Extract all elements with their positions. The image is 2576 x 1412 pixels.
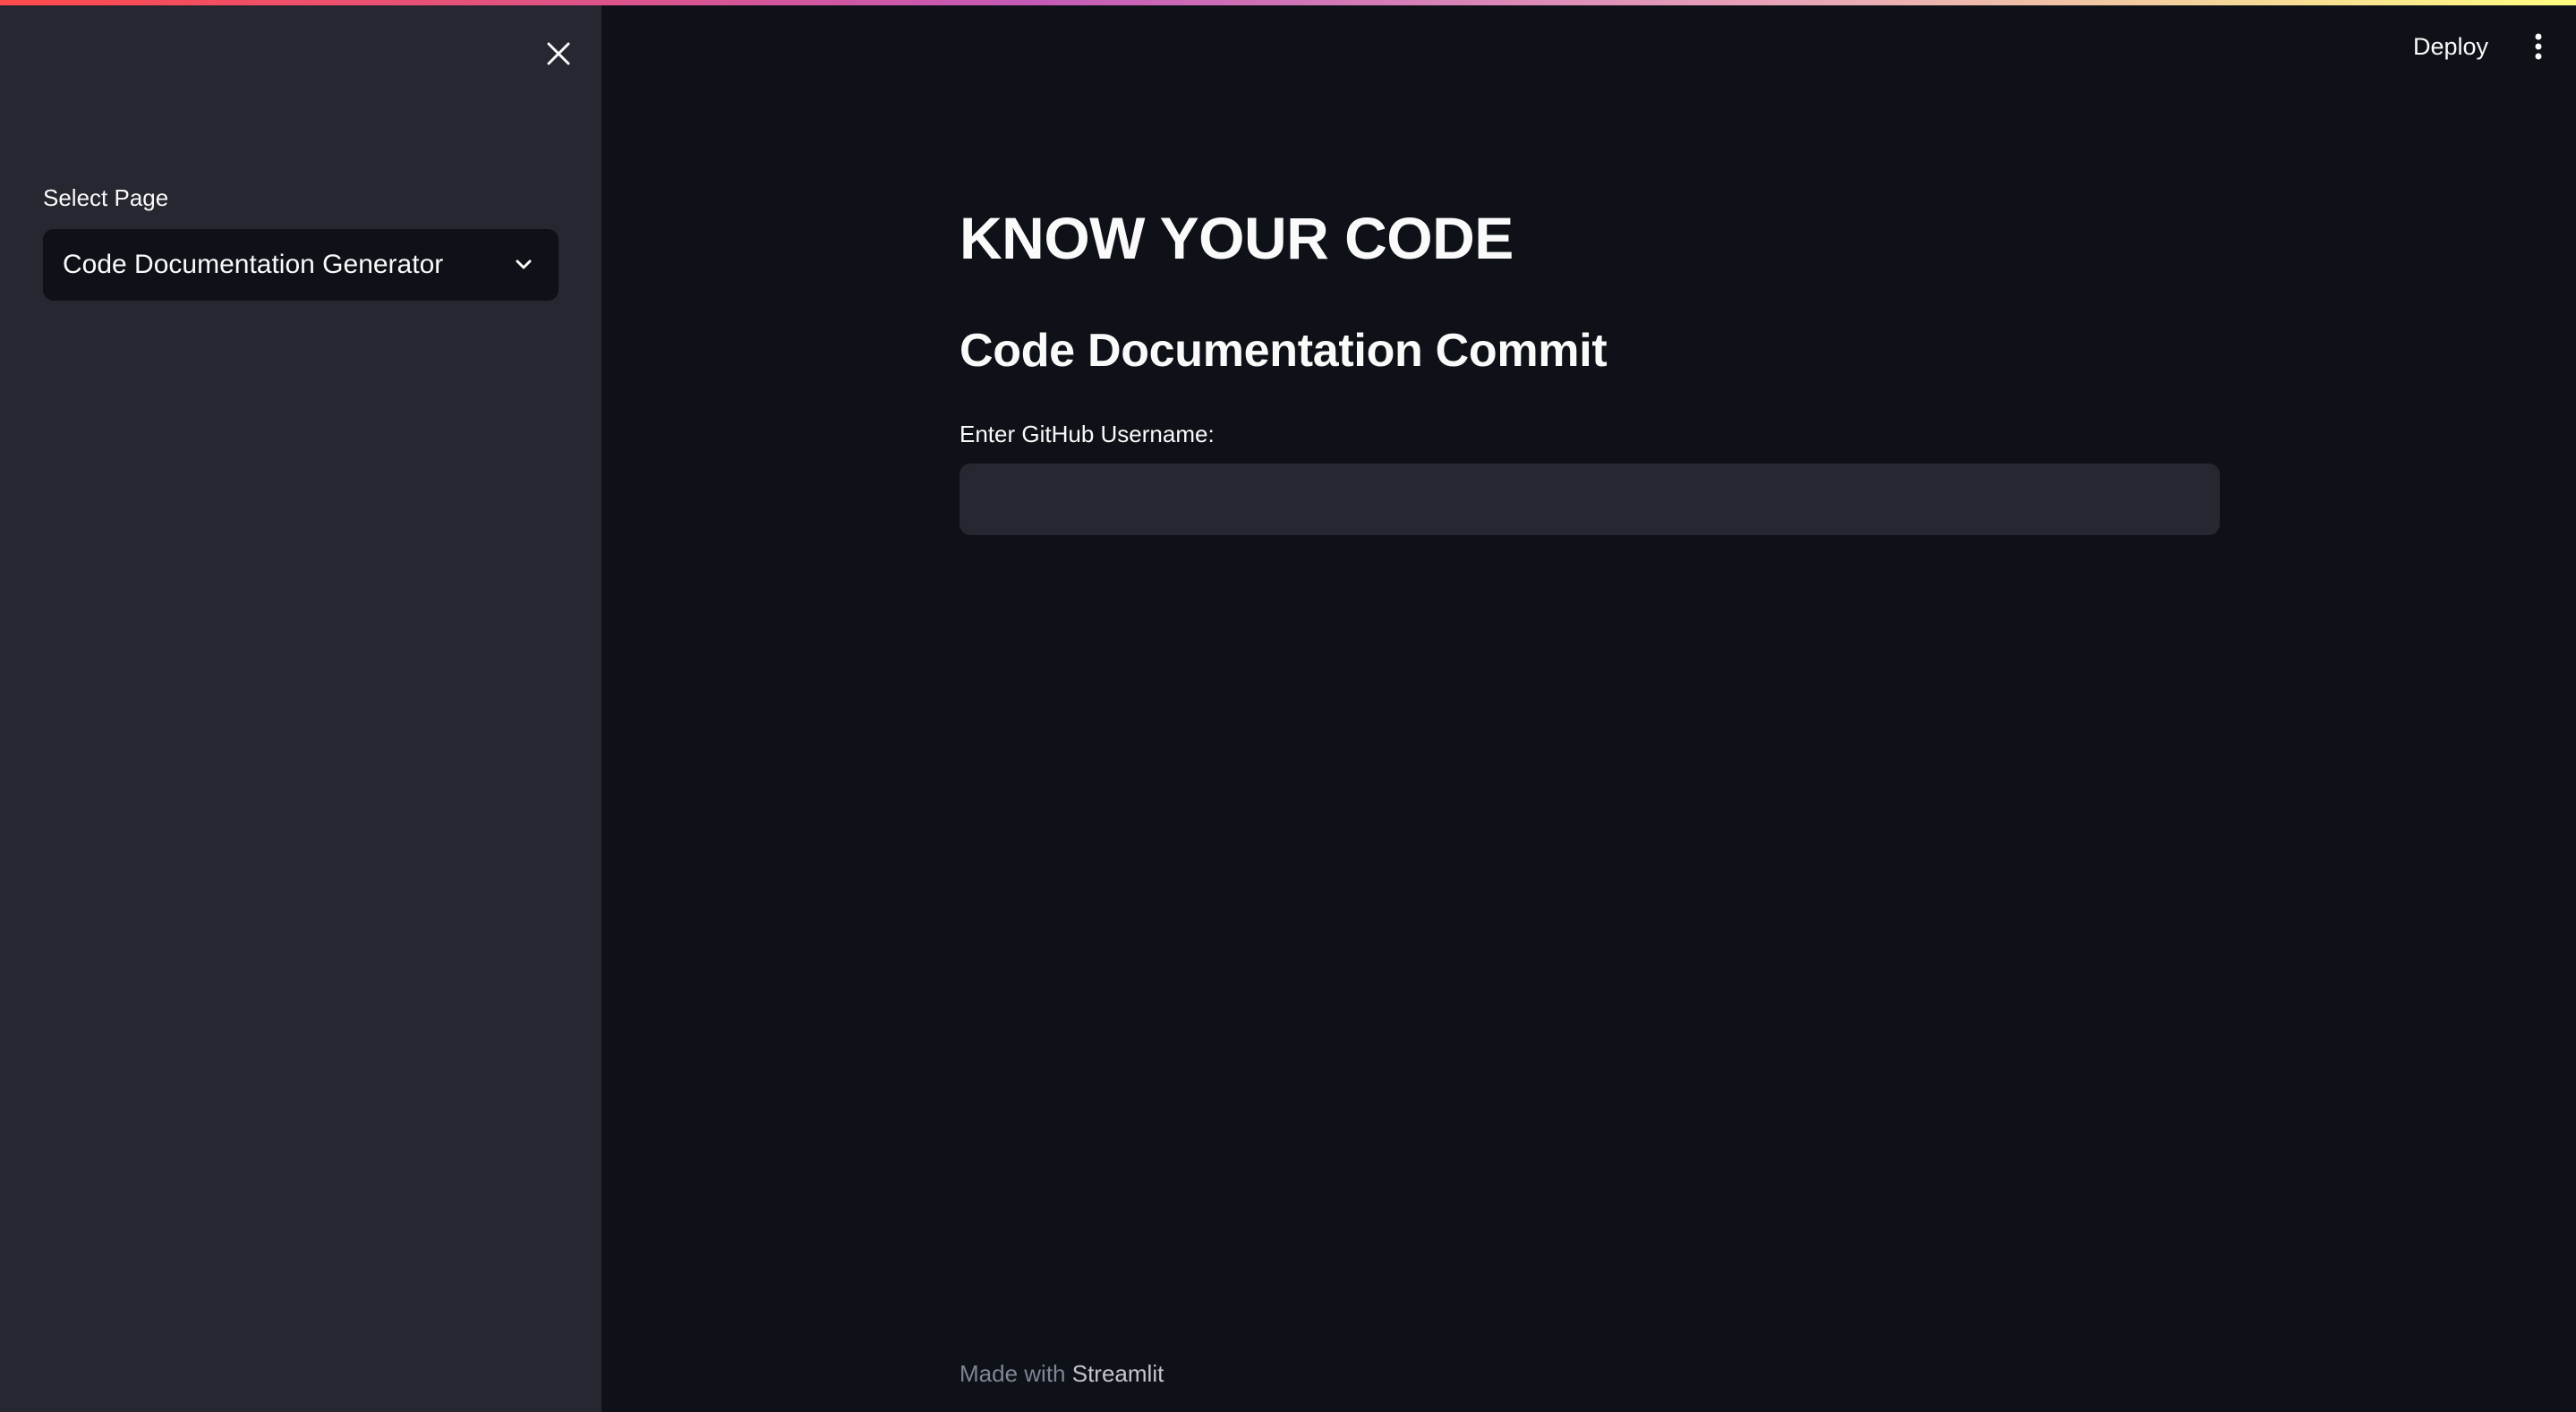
- footer-prefix: Made with: [960, 1360, 1072, 1387]
- github-username-label: Enter GitHub Username:: [960, 421, 1215, 447]
- streamlit-link[interactable]: Streamlit: [1072, 1360, 1164, 1387]
- main-content: [601, 0, 2576, 1412]
- select-page-value: Code Documentation Generator: [63, 250, 444, 279]
- main-menu-button[interactable]: [2519, 25, 2558, 68]
- footer: Made with Streamlit: [960, 1360, 1164, 1388]
- more-vertical-icon: [2535, 33, 2542, 60]
- deploy-button[interactable]: Deploy: [2399, 25, 2503, 68]
- header-decoration-bar: [0, 0, 2576, 5]
- sidebar: Select Page Code Documentation Generator: [0, 0, 601, 1412]
- chevron-down-icon: [508, 250, 539, 280]
- close-icon: [547, 42, 570, 65]
- close-sidebar-button[interactable]: [537, 32, 580, 75]
- page-title: KNOW YOUR CODE: [960, 205, 1514, 271]
- select-page-label: Select Page: [43, 184, 169, 211]
- github-username-input[interactable]: [960, 464, 2220, 535]
- page-subtitle: Code Documentation Commit: [960, 325, 1608, 377]
- select-page-dropdown[interactable]: Code Documentation Generator: [43, 229, 559, 301]
